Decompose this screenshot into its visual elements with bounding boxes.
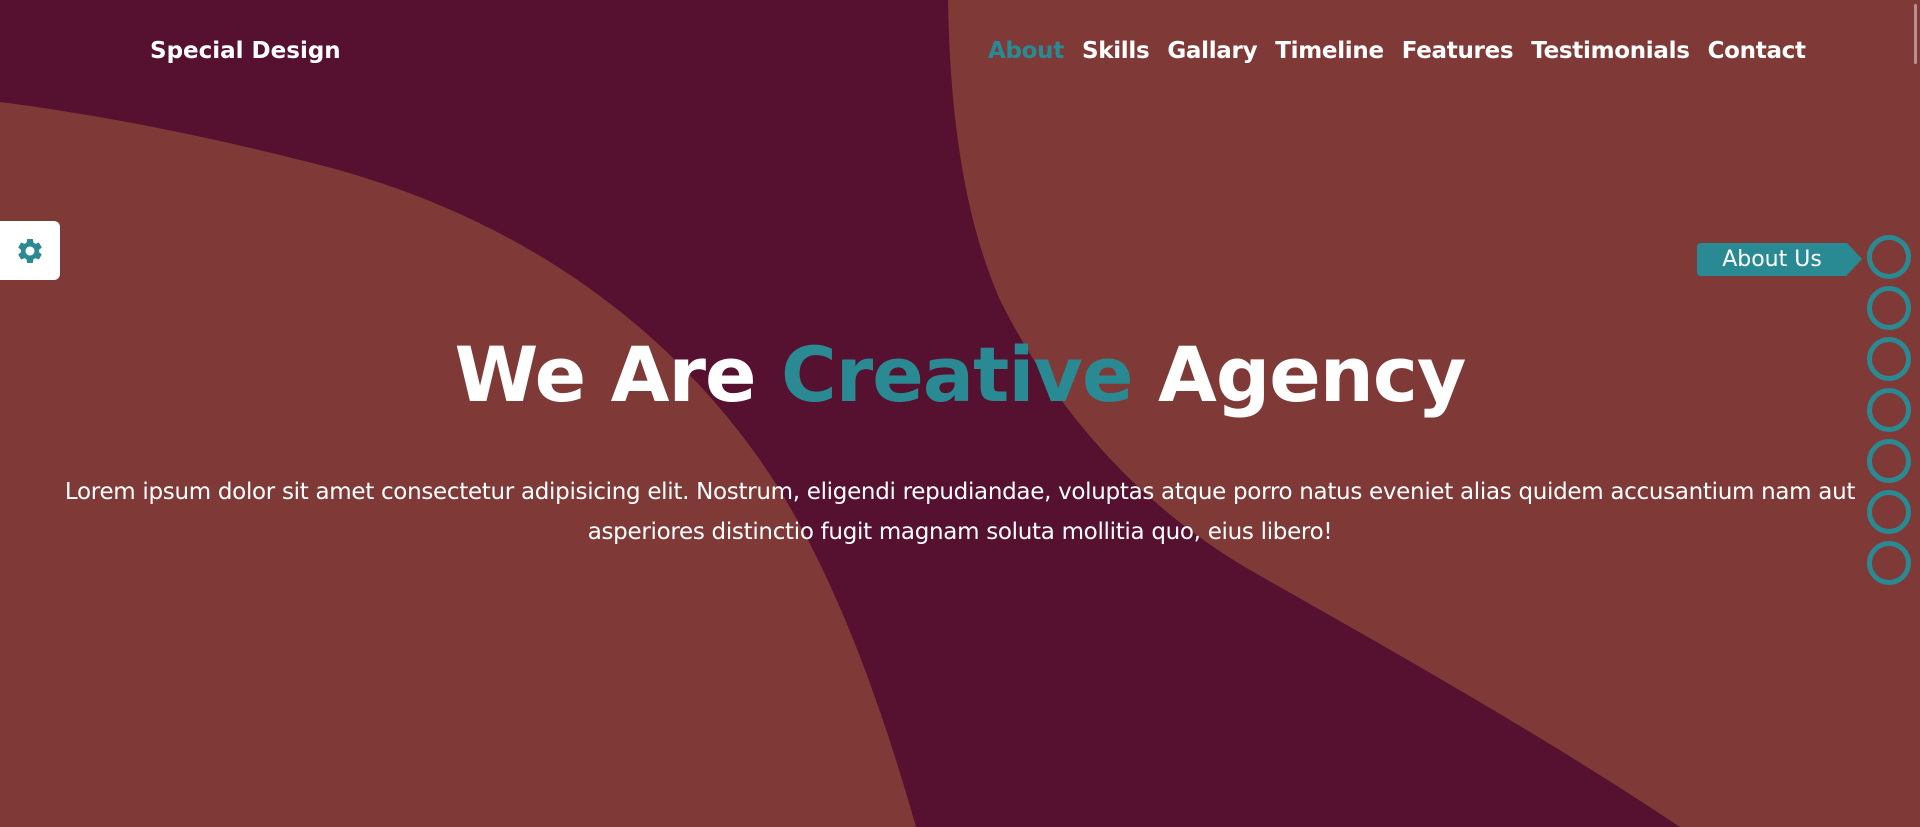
nav-bullet-about[interactable] [1867,235,1911,279]
nav-link-contact[interactable]: Contact [1699,38,1815,64]
nav-link-about[interactable]: About [988,38,1073,64]
nav-bullet-gallary[interactable] [1867,337,1911,381]
nav-link-gallary[interactable]: Gallary [1158,38,1266,64]
bullet-tooltip: About Us [1697,243,1862,276]
nav-link-skills[interactable]: Skills [1073,38,1158,64]
page-scrollbar[interactable] [1912,0,1920,827]
gear-icon [18,238,42,263]
hero-description: Lorem ipsum dolor sit amet consectetur a… [64,479,1856,545]
site-header: Special Design About Skills Gallary Time… [0,0,1920,110]
nav-bullet-testimonials[interactable] [1867,490,1911,534]
settings-toggle-button[interactable] [0,221,60,280]
nav-bullet-contact[interactable] [1867,541,1911,585]
nav-link-timeline[interactable]: Timeline [1266,38,1392,64]
hero-title: We Are Creative Agency [0,330,1920,419]
nav-link-features[interactable]: Features [1393,38,1523,64]
nav-bullet-skills[interactable] [1867,286,1911,330]
main-nav: About Skills Gallary Timeline Features T… [988,38,1815,64]
hero-title-part1: We Are [454,330,757,419]
nav-bullet-timeline[interactable] [1867,388,1911,432]
hero-title-accent: Creative [780,330,1134,419]
nav-link-testimonials[interactable]: Testimonials [1522,38,1698,64]
logo[interactable]: Special Design [150,38,341,64]
nav-bullet-features[interactable] [1867,439,1911,483]
hero-title-part2: Agency [1158,330,1466,419]
landing-page: Special Design About Skills Gallary Time… [0,0,1920,827]
scrollbar-thumb[interactable] [1914,4,1917,64]
